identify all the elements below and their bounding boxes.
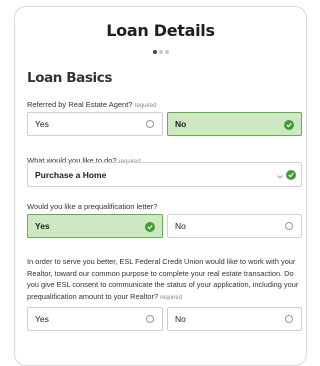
loan-details-card: Loan Details Loan Basics Referred by Rea… [14, 6, 307, 366]
prequal-option-no[interactable]: No [167, 214, 302, 238]
consent-option-no[interactable]: No [167, 307, 302, 331]
check-circle-icon [286, 169, 296, 180]
check-circle-icon [145, 221, 155, 232]
agent-option-no[interactable]: No [167, 112, 302, 136]
option-label: No [175, 221, 186, 231]
option-label: No [175, 119, 187, 129]
progress-dot [164, 50, 169, 54]
required-note: required [160, 294, 183, 301]
prequal-option-yes[interactable]: Yes [27, 214, 163, 238]
option-label: Yes [35, 119, 49, 129]
option-label: No [175, 314, 186, 324]
prequal-question-label: Would you like a prequalification letter… [27, 202, 158, 211]
consent-option-yes[interactable]: Yes [27, 307, 163, 331]
radio-circle-icon [285, 222, 293, 230]
section-title: Loan Basics [27, 70, 112, 86]
progress-dot-current [152, 50, 157, 54]
chevron-down-icon [277, 171, 283, 181]
consent-question-label: In order to serve you better, ESL Federa… [27, 256, 303, 304]
progress-dots [15, 50, 306, 54]
option-label: Yes [35, 314, 49, 324]
option-label: Yes [35, 221, 50, 231]
purpose-selected-value: Purchase a Home [35, 169, 107, 180]
radio-circle-icon [285, 315, 293, 323]
agent-question-label: Referred by Real Estate Agent? required [27, 100, 157, 109]
consent-question-text: In order to serve you better, ESL Federa… [27, 257, 299, 301]
radio-circle-icon [146, 315, 154, 323]
agent-option-yes[interactable]: Yes [27, 112, 163, 136]
radio-circle-icon [146, 120, 154, 128]
check-circle-icon [284, 119, 294, 130]
page-title: Loan Details [106, 21, 215, 40]
purpose-select[interactable]: Purchase a Home [27, 162, 302, 187]
progress-dot [158, 50, 163, 54]
required-note: required [134, 103, 157, 109]
agent-question-text: Referred by Real Estate Agent? [27, 100, 133, 109]
